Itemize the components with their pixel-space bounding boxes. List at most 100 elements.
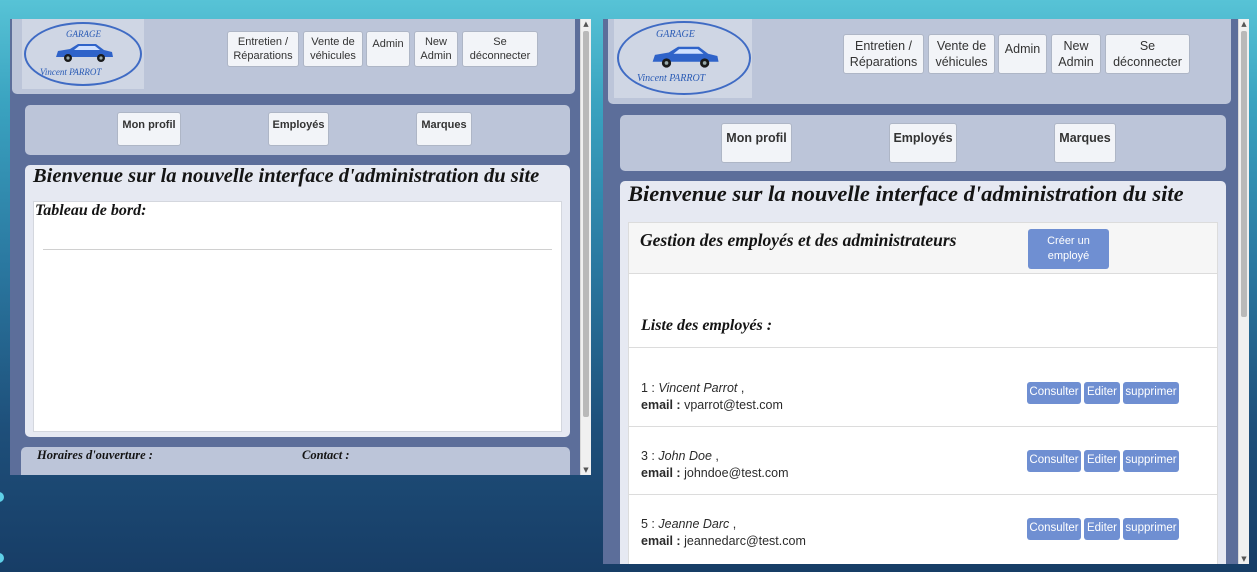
garage-logo[interactable]: GARAGE Vincent PARROT <box>22 19 144 89</box>
email-label: email : <box>641 398 681 412</box>
scroll-down-icon[interactable]: ▼ <box>581 465 591 475</box>
nav-logout-button[interactable]: Se déconnecter <box>462 31 538 67</box>
nav-entretien-button[interactable]: Entretien / Réparations <box>843 34 924 74</box>
nav-label-line: véhicules <box>935 55 988 69</box>
employee-id: 3 : <box>641 449 655 463</box>
scroll-up-icon[interactable]: ▲ <box>1239 19 1249 29</box>
vertical-scrollbar[interactable]: ▲ ▼ <box>580 19 591 475</box>
nav-label-line: Entretien / <box>237 35 289 48</box>
delete-button[interactable]: supprimer <box>1123 382 1179 404</box>
button-label-line: employé <box>1047 250 1090 262</box>
consult-button[interactable]: Consulter <box>1027 450 1081 472</box>
scroll-up-icon[interactable]: ▲ <box>581 19 591 29</box>
button-label-line: Créer un <box>1047 235 1090 248</box>
email-label: email : <box>641 534 681 548</box>
delete-button[interactable]: supprimer <box>1123 450 1179 472</box>
logo-top-text: GARAGE <box>66 29 101 39</box>
divider <box>43 249 552 250</box>
dashboard-title: Tableau de bord: <box>35 202 147 219</box>
subnav-employes-button[interactable]: Employés <box>889 123 957 163</box>
employee-name: John Doe <box>658 449 712 463</box>
vertical-scrollbar[interactable]: ▲ ▼ <box>1238 19 1249 564</box>
subnav-label: Employés <box>893 131 953 145</box>
subnav-profil-button[interactable]: Mon profil <box>721 123 792 163</box>
nav-label-line: Se <box>493 35 507 48</box>
scroll-down-icon[interactable]: ▼ <box>1239 554 1249 564</box>
subnav-label: Marques <box>1059 131 1111 145</box>
consult-button[interactable]: Consulter <box>1027 518 1081 540</box>
list-item: 1 : Vincent Parrot , email : vparrot@tes… <box>629 347 1217 415</box>
page-title: Bienvenue sur la nouvelle interface d'ad… <box>628 181 1184 206</box>
nav-label-line: Admin <box>1058 55 1094 69</box>
nav-logout-button[interactable]: Se déconnecter <box>1105 34 1190 74</box>
nav-label-line: New <box>1063 38 1089 53</box>
separator: , <box>729 517 737 531</box>
button-label: Consulter <box>1029 454 1079 467</box>
employees-list-panel: Liste des employés : 1 : Vincent Parrot … <box>628 274 1218 564</box>
edit-button[interactable]: Editer <box>1084 518 1120 540</box>
left-browser-window: GARAGE Vincent PARROT Entretien / Réparat… <box>10 19 591 475</box>
button-label: Editer <box>1086 522 1118 535</box>
subnav-employes-button[interactable]: Employés <box>268 112 329 146</box>
nav-new-admin-button[interactable]: New Admin <box>414 31 458 67</box>
list-item: 5 : Jeanne Darc , email : jeannedarc@tes… <box>629 494 1217 564</box>
nav-label-line: Vente de <box>936 38 987 53</box>
button-label: Consulter <box>1029 386 1079 399</box>
subnav-marques-button[interactable]: Marques <box>1054 123 1116 163</box>
contact-heading: Contact : <box>302 448 350 462</box>
scrollbar-thumb[interactable] <box>583 31 589 417</box>
nav-admin-button[interactable]: Admin <box>998 34 1047 74</box>
logo-top-text: GARAGE <box>656 29 695 40</box>
employee-email: vparrot@test.com <box>684 398 783 412</box>
list-item: 3 : John Doe , email : johndoe@test.com … <box>629 426 1217 494</box>
right-browser-window: GARAGE Vincent PARROT Entretien / Réparat… <box>603 19 1249 564</box>
nav-label-line: Se <box>1139 38 1156 53</box>
separator: , <box>711 449 719 463</box>
employee-name: Jeanne Darc <box>658 517 730 531</box>
button-label: Editer <box>1086 454 1118 467</box>
list-title: Liste des employés : <box>641 317 773 334</box>
nav-label-line: Vente de <box>311 35 355 48</box>
employees-section-header: Gestion des employés et des administrate… <box>628 222 1218 274</box>
nav-label-line: déconnecter <box>1113 55 1182 69</box>
garage-logo[interactable]: GARAGE Vincent PARROT <box>614 19 752 98</box>
nav-label: Admin <box>1004 42 1041 56</box>
separator: , <box>737 381 745 395</box>
employee-info: 5 : Jeanne Darc , email : jeannedarc@tes… <box>641 516 806 550</box>
subnav-profil-button[interactable]: Mon profil <box>117 112 181 146</box>
delete-button[interactable]: supprimer <box>1123 518 1179 540</box>
opening-hours-heading: Horaires d'ouverture : <box>37 448 153 462</box>
car-icon <box>56 44 113 62</box>
nav-label-line: Réparations <box>233 50 293 62</box>
nav-label-line: déconnecter <box>469 50 531 62</box>
header-bar: GARAGE Vincent PARROT Entretien / Réparat… <box>608 19 1231 104</box>
main-content: Bienvenue sur la nouvelle interface d'ad… <box>25 165 570 437</box>
subnav-marques-button[interactable]: Marques <box>416 112 472 146</box>
employee-email: johndoe@test.com <box>684 466 789 480</box>
button-label: Editer <box>1086 386 1118 399</box>
nav-label-line: Réparations <box>849 55 918 69</box>
employee-id: 1 : <box>641 381 655 395</box>
footer-bar: Horaires d'ouverture : Contact : <box>21 447 570 475</box>
create-employee-button[interactable]: Créer un employé <box>1028 229 1109 269</box>
dashboard-panel: Tableau de bord: <box>33 201 562 432</box>
nav-vente-button[interactable]: Vente de véhicules <box>303 31 363 67</box>
edit-button[interactable]: Editer <box>1084 450 1120 472</box>
nav-label: Admin <box>372 38 404 50</box>
employee-email: jeannedarc@test.com <box>684 534 806 548</box>
nav-admin-button[interactable]: Admin <box>366 31 410 67</box>
edit-button[interactable]: Editer <box>1084 382 1120 404</box>
nav-label-line: véhicules <box>310 50 356 62</box>
nav-label-line: New <box>424 35 447 48</box>
car-icon <box>652 46 719 68</box>
nav-entretien-button[interactable]: Entretien / Réparations <box>227 31 299 67</box>
employee-name: Vincent Parrot <box>658 381 738 395</box>
nav-new-admin-button[interactable]: New Admin <box>1051 34 1101 74</box>
employee-info: 3 : John Doe , email : johndoe@test.com <box>641 448 789 482</box>
scrollbar-thumb[interactable] <box>1241 31 1247 317</box>
subnav-label: Employés <box>272 119 325 131</box>
nav-vente-button[interactable]: Vente de véhicules <box>928 34 995 74</box>
logo-bottom-text: Vincent PARROT <box>40 67 102 77</box>
sub-nav-bar: Mon profil Employés Marques <box>25 105 570 155</box>
consult-button[interactable]: Consulter <box>1027 382 1081 404</box>
